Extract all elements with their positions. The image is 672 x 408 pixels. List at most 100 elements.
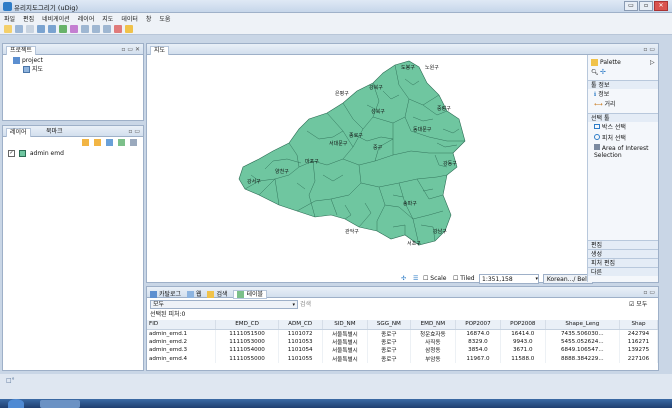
taskbar — [0, 399, 672, 408]
menu-help[interactable]: 도움 — [159, 14, 170, 23]
layer-item-admin-emd[interactable]: ✓ admin emd — [8, 150, 64, 158]
section-edit[interactable]: 편집 — [588, 240, 658, 249]
menu-bar: 파일 편집 네비게이션 레이어 지도 데이터 창 도움 — [0, 13, 672, 23]
search-input[interactable]: 검색 — [300, 300, 620, 309]
panel-controls[interactable]: ▫ ▭ — [128, 128, 140, 135]
section-select[interactable]: 선택 툴 — [588, 113, 658, 122]
section-tools[interactable]: 툴 정보 — [588, 80, 658, 89]
expand-icon[interactable]: ▷ — [650, 58, 655, 67]
map-canvas[interactable]: 은평구 강북구 도봉구 노원구 성북구 종로구 중랑구 서대문구 동대문구 마포… — [147, 55, 585, 273]
map-icon — [23, 66, 30, 73]
panel-controls[interactable]: ▫ ▭ — [643, 46, 655, 53]
tab-layers[interactable]: 레이어 — [6, 128, 31, 137]
info-icon[interactable] — [114, 24, 122, 33]
scale-toggle[interactable]: ☐ Scale — [423, 274, 446, 284]
menu-window[interactable]: 창 — [146, 14, 152, 23]
zoom-in-icon[interactable] — [92, 24, 100, 33]
add-layer-icon[interactable] — [106, 139, 113, 146]
tool-feature-select[interactable]: 피처 선택 — [594, 134, 626, 142]
down-arrow-icon[interactable] — [94, 139, 101, 146]
menu-file[interactable]: 파일 — [4, 14, 15, 23]
tab-bookmarks[interactable]: 북마크 — [43, 128, 66, 137]
column-header[interactable]: SID_NM — [322, 320, 369, 330]
tool-distance[interactable]: ⟷ 거리 — [594, 101, 616, 109]
tool-info[interactable]: ℹ 정보 — [594, 91, 609, 99]
feature-select-icon — [594, 134, 600, 140]
close-button[interactable]: ✕ — [654, 1, 668, 11]
table-row[interactable]: admin_emd.3 1111054000 1101054 서울특별시 종로구 삼청동 3… — [147, 346, 658, 355]
filter-select[interactable]: 모두 ▾ — [150, 300, 298, 309]
tab-search[interactable]: 검색 — [216, 291, 227, 298]
new-icon[interactable] — [4, 24, 12, 33]
menu-navigation[interactable]: 네비게이션 — [42, 14, 70, 23]
edit-icon[interactable] — [125, 24, 133, 33]
pan-icon[interactable]: ✢ — [600, 69, 607, 76]
panel-controls[interactable]: ▫ ▭ ✕ — [121, 46, 140, 53]
tab-table[interactable]: 테이블 — [233, 290, 267, 299]
main-toolbar — [0, 23, 672, 35]
map-selection-icon[interactable]: ☰ — [413, 274, 418, 284]
table-row[interactable]: admin_emd.1 1111051500 1101072 서울특별시 종로구 청운효자… — [147, 329, 658, 338]
tab-catalog[interactable]: 카탈로그 — [159, 291, 181, 298]
tree-item-project[interactable]: project — [13, 57, 43, 65]
palette-icon — [591, 59, 598, 66]
tab-web[interactable]: 웹 — [196, 291, 202, 298]
all-checkbox[interactable]: ☑ 모두 — [629, 300, 647, 309]
search-icon — [207, 291, 215, 298]
column-header[interactable]: ADM_CD — [278, 320, 323, 330]
up-arrow-icon[interactable] — [82, 139, 89, 146]
district-label: 강북구 — [369, 84, 383, 91]
column-header[interactable]: Shap — [619, 320, 658, 330]
column-header[interactable]: EMD_CD — [215, 320, 279, 330]
maximize-button[interactable]: ▫ — [639, 1, 653, 11]
crs-button[interactable]: Korean.../ Belt — [543, 274, 593, 284]
column-header[interactable]: POP2008 — [500, 320, 546, 330]
taskbar-app-button[interactable] — [40, 400, 80, 408]
column-header[interactable]: FID — [147, 320, 217, 330]
tool-box-select[interactable]: 박스 선택 — [594, 124, 626, 132]
save-icon[interactable] — [15, 24, 23, 33]
style-icon[interactable] — [118, 139, 125, 146]
panel-controls[interactable]: ▫ ▭ — [643, 289, 655, 296]
palette-title: Palette ▷ — [591, 58, 655, 67]
layer-checkbox[interactable]: ✓ — [8, 150, 15, 157]
district-label: 서초구 — [407, 240, 421, 247]
tab-map[interactable]: 지도 — [150, 46, 170, 55]
menu-layer[interactable]: 레이어 — [78, 14, 95, 23]
menu-data[interactable]: 데이터 — [121, 14, 138, 23]
table-row[interactable]: admin_emd.2 1111053000 1101053 서울특별시 종로구 사직동 8… — [147, 337, 658, 346]
column-header[interactable]: POP2007 — [455, 320, 501, 330]
attribute-table: FID EMD_CD ADM_CD SID_NM SGG_NM EMD_NM P… — [147, 320, 658, 370]
print-icon[interactable] — [26, 24, 34, 33]
tiled-toggle[interactable]: ☐ Tiled — [453, 274, 475, 284]
column-header[interactable]: Shape_Leng — [545, 320, 620, 330]
zoom-out-icon[interactable] — [103, 24, 111, 33]
zoom-icon[interactable]: 🔍︎ — [591, 69, 599, 76]
pan-icon[interactable] — [70, 24, 78, 33]
start-button[interactable] — [8, 399, 24, 408]
catalog-icon — [150, 291, 157, 298]
column-header[interactable]: EMD_NM — [410, 320, 457, 330]
section-other[interactable]: 다른 — [588, 267, 658, 276]
section-feature-edit[interactable]: 피처 편집 — [588, 258, 658, 267]
tab-project[interactable]: 프로젝트 — [6, 46, 37, 55]
table-row[interactable]: admin_emd.4 1111055000 1101055 서울특별시 종로구 부암동 1… — [147, 354, 658, 363]
district-label: 강남구 — [433, 228, 447, 235]
district-label: 중구 — [373, 145, 383, 151]
forward-icon[interactable] — [48, 24, 56, 33]
section-create[interactable]: 생성 — [588, 249, 658, 258]
minimize-button[interactable]: ▭ — [624, 1, 638, 11]
tree-item-map[interactable]: 지도 — [23, 66, 43, 74]
project-panel: 프로젝트 ▫ ▭ ✕ project 지도 — [2, 43, 144, 121]
zoom-extent-icon[interactable] — [81, 24, 89, 33]
menu-edit[interactable]: 편집 — [23, 14, 34, 23]
back-icon[interactable] — [37, 24, 45, 33]
map-nav-icon[interactable]: ✣ — [401, 274, 406, 284]
tool-aoi-select[interactable]: Area of Interest Selection — [594, 144, 654, 159]
scale-combo[interactable]: 1:351,158 ▾ — [479, 274, 539, 284]
box-select-icon — [594, 124, 600, 129]
remove-icon[interactable] — [130, 139, 137, 146]
menu-map[interactable]: 지도 — [102, 14, 113, 23]
refresh-icon[interactable] — [59, 24, 67, 33]
column-header[interactable]: SGG_NM — [367, 320, 411, 330]
